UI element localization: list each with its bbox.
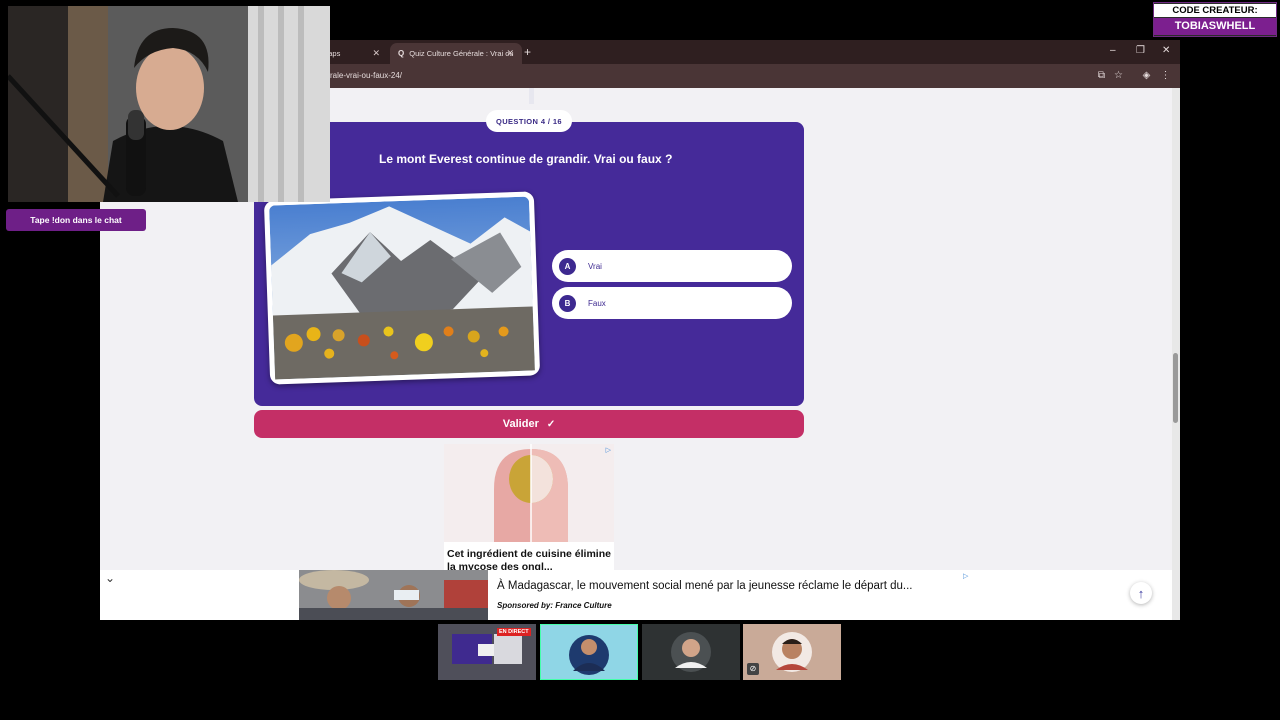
bottom-ad-title[interactable]: À Madagascar, le mouvement social mené p… [497, 580, 913, 592]
mic-muted-icon: ⊘ [747, 663, 759, 675]
tab-quiz[interactable]: Q Quiz Culture Générale : Vrai ou ✕ [390, 43, 522, 64]
side-ad[interactable]: ▷ Cet ingrédient de cuisine élimine la m… [444, 444, 614, 579]
chat-prompt-banner: Tape !don dans le chat [6, 209, 146, 231]
validate-label: Valider [502, 418, 539, 430]
bottom-ad-bar: ⌄ À Madagascar, le mouvement social mené… [100, 570, 1172, 620]
creator-code-box: CODE CREATEUR: TOBIASWHELL [1153, 2, 1277, 37]
new-tab-icon[interactable]: + [524, 45, 531, 59]
adchoices-icon[interactable]: ▷ [606, 446, 611, 454]
minimize-icon[interactable]: – [1110, 45, 1116, 56]
scrollbar[interactable] [1172, 88, 1180, 620]
tab-label: Quiz Culture Générale : Vrai ou [409, 49, 514, 58]
answer-option-b[interactable]: B Faux [552, 287, 792, 319]
question-text: Le mont Everest continue de grandir. Vra… [379, 152, 673, 166]
question-badge: QUESTION 4 / 16 [486, 110, 572, 132]
arrow-up-icon: ↑ [1137, 585, 1145, 601]
participant-thumbnail[interactable] [642, 624, 740, 680]
answer-letter-a: A [559, 257, 576, 275]
everest-photo [269, 196, 535, 380]
check-icon: ✓ [546, 418, 556, 430]
window-close-icon[interactable]: ✕ [1162, 45, 1170, 56]
creator-code-value: TOBIASWHELL [1154, 18, 1276, 35]
bookmark-star-icon[interactable]: ☆ [1113, 70, 1124, 81]
install-icon[interactable]: ⧉ [1096, 70, 1107, 81]
ad-toe-image [444, 444, 614, 542]
close-tab-icon[interactable]: ✕ [372, 48, 380, 59]
bottom-ad-image[interactable] [299, 570, 488, 620]
back-to-top-button[interactable]: ↑ [1130, 582, 1152, 604]
answer-label-a: Vrai [588, 261, 602, 271]
answer-option-a[interactable]: A Vrai [552, 250, 792, 282]
participant-avatar [642, 624, 740, 680]
answer-letter-b: B [559, 294, 576, 312]
streamer-webcam-image [8, 6, 330, 202]
protest-photo [299, 570, 488, 620]
quiz-tab-favicon: Q [398, 49, 405, 58]
participant-avatar [541, 625, 637, 679]
close-tab-icon[interactable]: ✕ [506, 48, 514, 59]
tab-maps[interactable]: Maps ✕ [322, 43, 388, 64]
participant-thumbnail[interactable] [540, 624, 638, 680]
webcam-overlay [8, 6, 330, 202]
answer-label-b: Faux [588, 298, 606, 308]
creator-code-label: CODE CREATEUR: [1154, 4, 1276, 17]
bottom-ad-sponsor: Sponsored by: France Culture [497, 601, 612, 610]
live-badge: EN DIRECT [497, 628, 531, 636]
menu-dots-icon[interactable]: ⋮ [1160, 70, 1171, 81]
validate-button[interactable]: Valider ✓ [254, 410, 804, 438]
question-image [263, 191, 541, 385]
progress-connector [529, 88, 534, 104]
ad-image [444, 444, 614, 542]
restore-icon[interactable]: ❐ [1136, 45, 1145, 56]
scrollbar-thumb[interactable] [1173, 353, 1178, 423]
adchoices-icon[interactable]: ▷ [963, 572, 968, 580]
chevron-down-icon[interactable]: ⌄ [105, 571, 115, 585]
url-text[interactable]: rale-vrai-ou-faux-24/ [330, 71, 402, 80]
extensions-icon[interactable]: ◈ [1141, 70, 1152, 81]
